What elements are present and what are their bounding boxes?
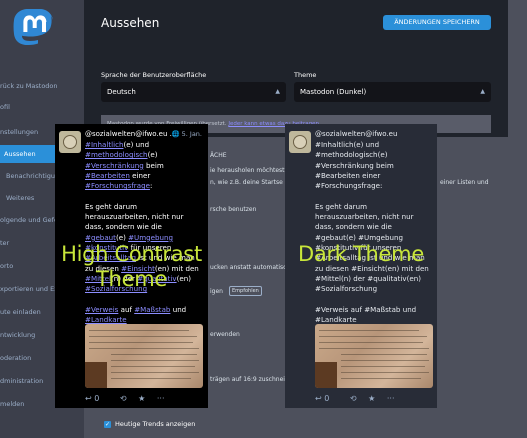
theme-value: Mastodon (Dunkel)	[300, 88, 367, 96]
boost-icon[interactable]: ⟲	[350, 394, 357, 403]
favourite-icon[interactable]: ★	[368, 394, 375, 403]
more-icon[interactable]: ···	[387, 394, 395, 403]
setting-label-fragment: erwenden	[210, 331, 240, 338]
setting-label-fragment: rsche benutzen	[210, 206, 257, 213]
post-actions: ↩ 0 ⟲ ★ ···	[315, 394, 404, 403]
sidebar-item-profile[interactable]: ofil	[0, 103, 84, 111]
favourite-icon[interactable]: ★	[138, 394, 145, 403]
avatar[interactable]	[59, 131, 81, 153]
sidebar-item-back[interactable]: rück zu Mastodon	[0, 82, 84, 90]
setting-label-fragment: igen	[210, 288, 223, 295]
select-arrows-icon: ▲	[480, 88, 485, 95]
post-media-image[interactable]	[315, 324, 433, 388]
mastodon-logo-icon[interactable]	[12, 8, 56, 56]
trends-label: Heutige Trends anzeigen	[115, 420, 196, 428]
section-heading-fragment: ÄCHE	[210, 152, 227, 159]
setting-label-fragment: ucken anstatt automatisch zu sc	[210, 264, 285, 271]
reply-icon[interactable]: ↩ 0	[315, 394, 338, 403]
save-changes-button[interactable]: ÄNDERUNGEN SPEICHERN	[383, 15, 491, 30]
trends-checkbox[interactable]: ✓	[104, 421, 111, 428]
page-title: Aussehen	[101, 16, 160, 30]
post-card-high-contrast[interactable]: @sozialwelten@ifwo.eu ... 🌐 5. Jan. #Inh…	[55, 124, 208, 408]
language-value: Deutsch	[107, 88, 136, 96]
post-actions: ↩ 0 ⟲ ★ ···	[85, 394, 174, 403]
theme-label: Theme	[294, 71, 317, 79]
post-handle[interactable]: @sozialwelten@ifwo.eu ...	[85, 130, 176, 138]
setting-hint-fragment: einer Listen und	[440, 179, 489, 186]
setting-hint-fragment: ie herausholen möchtest, e	[210, 167, 285, 174]
language-label: Sprache der Benutzeroberfläche	[101, 71, 207, 79]
theme-select[interactable]: Mastodon (Dunkel) ▲	[294, 82, 491, 102]
reply-icon[interactable]: ↩ 0	[85, 394, 108, 403]
post-handle[interactable]: @sozialwelten@ifwo.eu	[315, 130, 397, 138]
post-card-dark[interactable]: @sozialwelten@ifwo.eu #Inhaltlich(e) und…	[285, 124, 437, 408]
post-time: 🌐 5. Jan.	[171, 130, 202, 138]
avatar[interactable]	[289, 131, 311, 153]
select-arrows-icon: ▲	[275, 88, 280, 95]
language-select[interactable]: Deutsch ▲	[101, 82, 286, 102]
setting-label-fragment: trägen auf 16:9 zuschneid	[210, 376, 285, 383]
recommended-badge: Empfohlen	[229, 286, 262, 296]
post-media-image[interactable]	[85, 324, 203, 388]
sidebar-item-appearance[interactable]: Aussehen	[0, 145, 55, 163]
boost-icon[interactable]: ⟲	[120, 394, 127, 403]
more-icon[interactable]: ···	[157, 394, 165, 403]
setting-hint-fragment: n, wie z.B. deine Startse	[210, 179, 283, 186]
